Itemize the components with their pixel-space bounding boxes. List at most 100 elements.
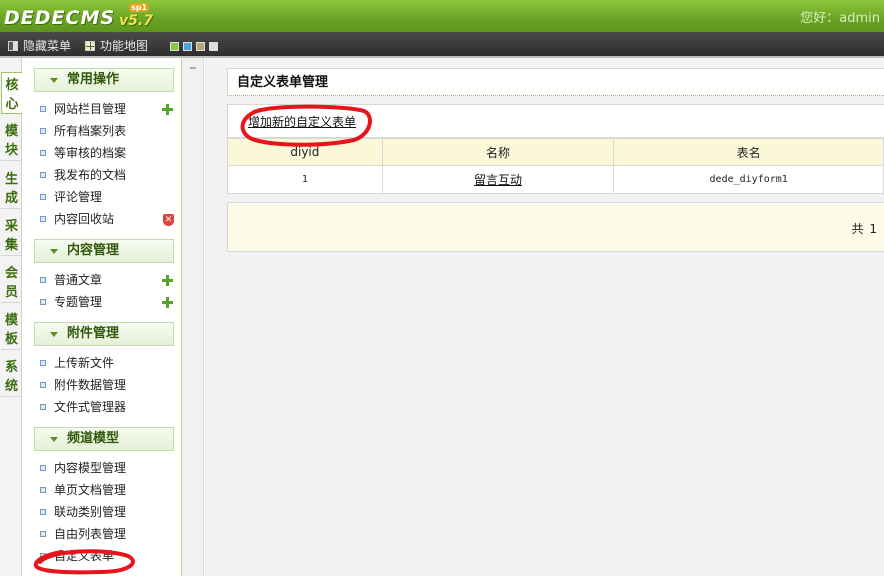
tab-members[interactable]: 会员 — [1, 261, 22, 303]
top-header: DEDECMS v5.7 sp1 您好：admin — [0, 0, 884, 32]
bullet-icon — [40, 106, 46, 112]
menu-item-label: 单页文档管理 — [54, 483, 127, 497]
bullet-icon — [40, 382, 46, 388]
user-greeting: 您好：admin — [800, 7, 880, 26]
menu-item-column-manage[interactable]: 网站栏目管理 — [40, 99, 126, 119]
menu-item-my-docs[interactable]: 我发布的文档 — [40, 165, 126, 185]
menu-item-label: 我发布的文档 — [54, 168, 127, 182]
theme-swatch-tan[interactable] — [196, 42, 205, 51]
edition-badge: sp1 — [129, 3, 150, 12]
chevron-down-icon — [50, 78, 58, 83]
menu-item-articles[interactable]: 普通文章 — [40, 270, 102, 290]
bullet-icon — [40, 216, 46, 222]
bullet-icon — [40, 128, 46, 134]
cell-name: 留言互动 — [381, 165, 615, 194]
tab-collect[interactable]: 采集 — [1, 214, 22, 256]
menu-item-label: 自由列表管理 — [54, 527, 127, 541]
bullet-icon — [40, 277, 46, 283]
add-icon[interactable] — [162, 104, 173, 115]
menu-item-label: 专题管理 — [54, 295, 103, 309]
main-content: 自定义表单管理 增加新的自定义表单 diyid 名称 表名 1 留言互动 ded… — [205, 58, 884, 576]
menu-item-label: 普通文章 — [54, 273, 103, 287]
theme-swatch-blue[interactable] — [183, 42, 192, 51]
cell-table-name: dede_diyform1 — [613, 165, 884, 194]
tab-modules[interactable]: 模块 — [1, 119, 22, 161]
menu-item-label: 文件式管理器 — [54, 400, 127, 414]
group-channel-title: 频道模型 — [67, 431, 120, 446]
menu-item-label: 内容回收站 — [54, 212, 115, 226]
bullet-icon — [40, 150, 46, 156]
bullet-icon — [40, 360, 46, 366]
add-icon[interactable] — [162, 297, 173, 308]
page-title: 自定义表单管理 — [227, 68, 884, 96]
menu-item-attachment-data[interactable]: 附件数据管理 — [40, 375, 126, 395]
clear-recycle-icon[interactable]: ✕ — [163, 214, 174, 226]
side-menu: 常用操作 网站栏目管理 所有档案列表 等审核的档案 我发布的文档 评论管理 内容… — [22, 58, 182, 576]
menu-item-label: 网站栏目管理 — [54, 102, 127, 116]
menu-item-linkage[interactable]: 联动类别管理 — [40, 502, 126, 522]
greeting-text: 您好： — [800, 11, 840, 26]
theme-swatch-green[interactable] — [170, 42, 179, 51]
menu-item-single-page[interactable]: 单页文档管理 — [40, 480, 126, 500]
hide-menu-button[interactable]: 隐藏菜单 — [8, 37, 71, 54]
menu-item-custom-form[interactable]: 自定义表单 — [40, 546, 114, 566]
menu-item-pending[interactable]: 等审核的档案 — [40, 143, 126, 163]
brand-name: DEDECMS — [4, 7, 116, 29]
add-custom-form-link[interactable]: 增加新的自定义表单 — [248, 115, 356, 129]
menu-splitter[interactable] — [182, 58, 204, 576]
theme-swatch-gray[interactable] — [209, 42, 218, 51]
version-label: v5.7 sp1 — [119, 3, 153, 29]
chevron-down-icon — [50, 437, 58, 442]
version-text: v5.7 — [119, 13, 153, 29]
menu-item-label: 所有档案列表 — [54, 124, 127, 138]
menu-item-upload[interactable]: 上传新文件 — [40, 353, 114, 373]
site-map-label: 功能地图 — [100, 39, 149, 53]
table-row: 1 留言互动 dede_diyform1 — [227, 165, 884, 194]
column-header-table: 表名 — [613, 138, 884, 166]
bullet-icon — [40, 509, 46, 515]
menu-item-content-model[interactable]: 内容模型管理 — [40, 458, 126, 478]
group-channel-model[interactable]: 频道模型 — [34, 427, 174, 451]
group-attachments[interactable]: 附件管理 — [34, 322, 174, 346]
menu-item-comments[interactable]: 评论管理 — [40, 187, 102, 207]
site-map-button[interactable]: 功能地图 — [85, 37, 148, 54]
bullet-icon — [40, 299, 46, 305]
bullet-icon — [40, 194, 46, 200]
bullet-icon — [40, 553, 46, 559]
menu-item-file-manager[interactable]: 文件式管理器 — [40, 397, 126, 417]
menu-item-label: 评论管理 — [54, 190, 103, 204]
group-common[interactable]: 常用操作 — [34, 68, 174, 92]
tab-system[interactable]: 系统 — [1, 355, 22, 397]
action-bar: 增加新的自定义表单 — [227, 104, 884, 138]
tab-core[interactable]: 核心 — [1, 72, 22, 114]
menu-item-label: 等审核的档案 — [54, 146, 127, 160]
column-header-name: 名称 — [381, 138, 615, 166]
menu-item-specials[interactable]: 专题管理 — [40, 292, 102, 312]
group-content[interactable]: 内容管理 — [34, 239, 174, 263]
forms-table: diyid 名称 表名 1 留言互动 dede_diyform1 — [227, 138, 884, 194]
menu-item-label: 自定义表单 — [54, 549, 115, 563]
toolbar: 隐藏菜单 功能地图 — [0, 32, 884, 58]
tab-generate[interactable]: 生成 — [1, 167, 22, 209]
column-header-diyid: diyid — [227, 138, 383, 166]
menu-item-label: 联动类别管理 — [54, 505, 127, 519]
bullet-icon — [40, 404, 46, 410]
tab-templates[interactable]: 模板 — [1, 308, 22, 350]
add-icon[interactable] — [162, 275, 173, 286]
menu-item-all-archives[interactable]: 所有档案列表 — [40, 121, 126, 141]
table-header-row: diyid 名称 表名 — [227, 138, 884, 166]
vertical-tabs: 核心 模块 生成 采集 会员 模板 系统 — [0, 58, 22, 576]
bullet-icon — [40, 465, 46, 471]
grid-icon — [85, 40, 95, 51]
group-attachments-title: 附件管理 — [67, 326, 120, 341]
menu-item-label: 上传新文件 — [54, 356, 115, 370]
form-name-link[interactable]: 留言互动 — [474, 173, 522, 187]
menu-item-label: 内容模型管理 — [54, 461, 127, 475]
username[interactable]: admin — [839, 11, 880, 26]
menu-item-recycle-bin[interactable]: 内容回收站 — [40, 209, 114, 229]
group-content-title: 内容管理 — [67, 243, 120, 258]
group-common-title: 常用操作 — [67, 72, 120, 87]
menu-item-free-list[interactable]: 自由列表管理 — [40, 524, 126, 544]
dedecms-logo: DEDECMS v5.7 sp1 — [4, 3, 153, 29]
chevron-down-icon — [50, 332, 58, 337]
